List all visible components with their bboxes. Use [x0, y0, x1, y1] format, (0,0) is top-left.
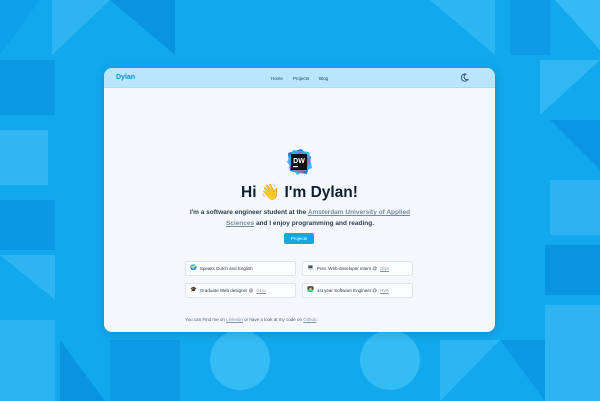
- hero-description: I'm a software engineer student at the A…: [184, 208, 416, 229]
- card-text: 1st year Software Engineer @: [316, 288, 377, 293]
- projects-button[interactable]: Projects: [284, 233, 314, 244]
- github-link[interactable]: Github: [303, 317, 316, 322]
- company-link[interactable]: Qlys: [380, 266, 389, 271]
- footer-text-2: or have a look at my code on: [244, 317, 302, 322]
- nav-projects[interactable]: Projects: [293, 76, 309, 81]
- footer-text: You can Find me on Linkedin or have a lo…: [185, 317, 318, 322]
- info-card-internship: 💻 Prev. Web-developer intern @ Qlys: [302, 261, 413, 276]
- nav-links: Home Projects Blog: [104, 68, 495, 88]
- linkedin-link[interactable]: Linkedin: [226, 317, 243, 322]
- card-text: Graduate Web designer @: [199, 288, 254, 293]
- main-content: DW Hi 👋 I'm Dylan! I'm a software engine…: [104, 88, 495, 332]
- footer-text-1: You can Find me on: [185, 317, 225, 322]
- hero-desc-text-1: I'm a software engineer student at the: [189, 209, 307, 216]
- info-card-languages: 🌍 Speaks Dutch and English: [185, 261, 296, 276]
- brand-link[interactable]: Dylan: [116, 74, 135, 81]
- hero-title-suffix: I'm Dylan!: [284, 184, 358, 201]
- hero-title: Hi 👋 I'm Dylan!: [104, 183, 495, 202]
- info-card-software-engineer: 🧑‍💻 1st year Software Engineer @ HVA: [302, 283, 413, 298]
- hero-desc-text-2: and I enjoy programming and reading.: [255, 219, 375, 227]
- laptop-icon: 💻: [307, 264, 314, 271]
- school-link[interactable]: GLU: [256, 288, 265, 293]
- globe-icon: 🌍: [190, 264, 197, 271]
- nav-home[interactable]: Home: [271, 76, 283, 81]
- navbar: Dylan Home Projects Blog: [104, 68, 495, 88]
- hero-title-prefix: Hi: [241, 184, 257, 201]
- logo-text: DW: [293, 158, 305, 165]
- browser-window: Dylan Home Projects Blog DW Hi 👋 I'm Dyl…: [104, 68, 495, 332]
- wave-icon: 👋: [260, 184, 281, 201]
- technologist-icon: 🧑‍💻: [307, 286, 314, 293]
- dw-logo-icon: DW: [287, 149, 312, 175]
- info-card-graduate: 🎓 Graduate Web designer @ GLU: [185, 283, 296, 298]
- moon-icon[interactable]: [460, 73, 469, 82]
- footer-text-3: .: [316, 317, 318, 322]
- school-link[interactable]: HVA: [380, 288, 389, 293]
- card-text: Prev. Web-developer intern @: [316, 266, 378, 271]
- nav-blog[interactable]: Blog: [319, 76, 328, 81]
- graduation-cap-icon: 🎓: [190, 286, 197, 293]
- card-text: Speaks Dutch and English: [199, 266, 253, 271]
